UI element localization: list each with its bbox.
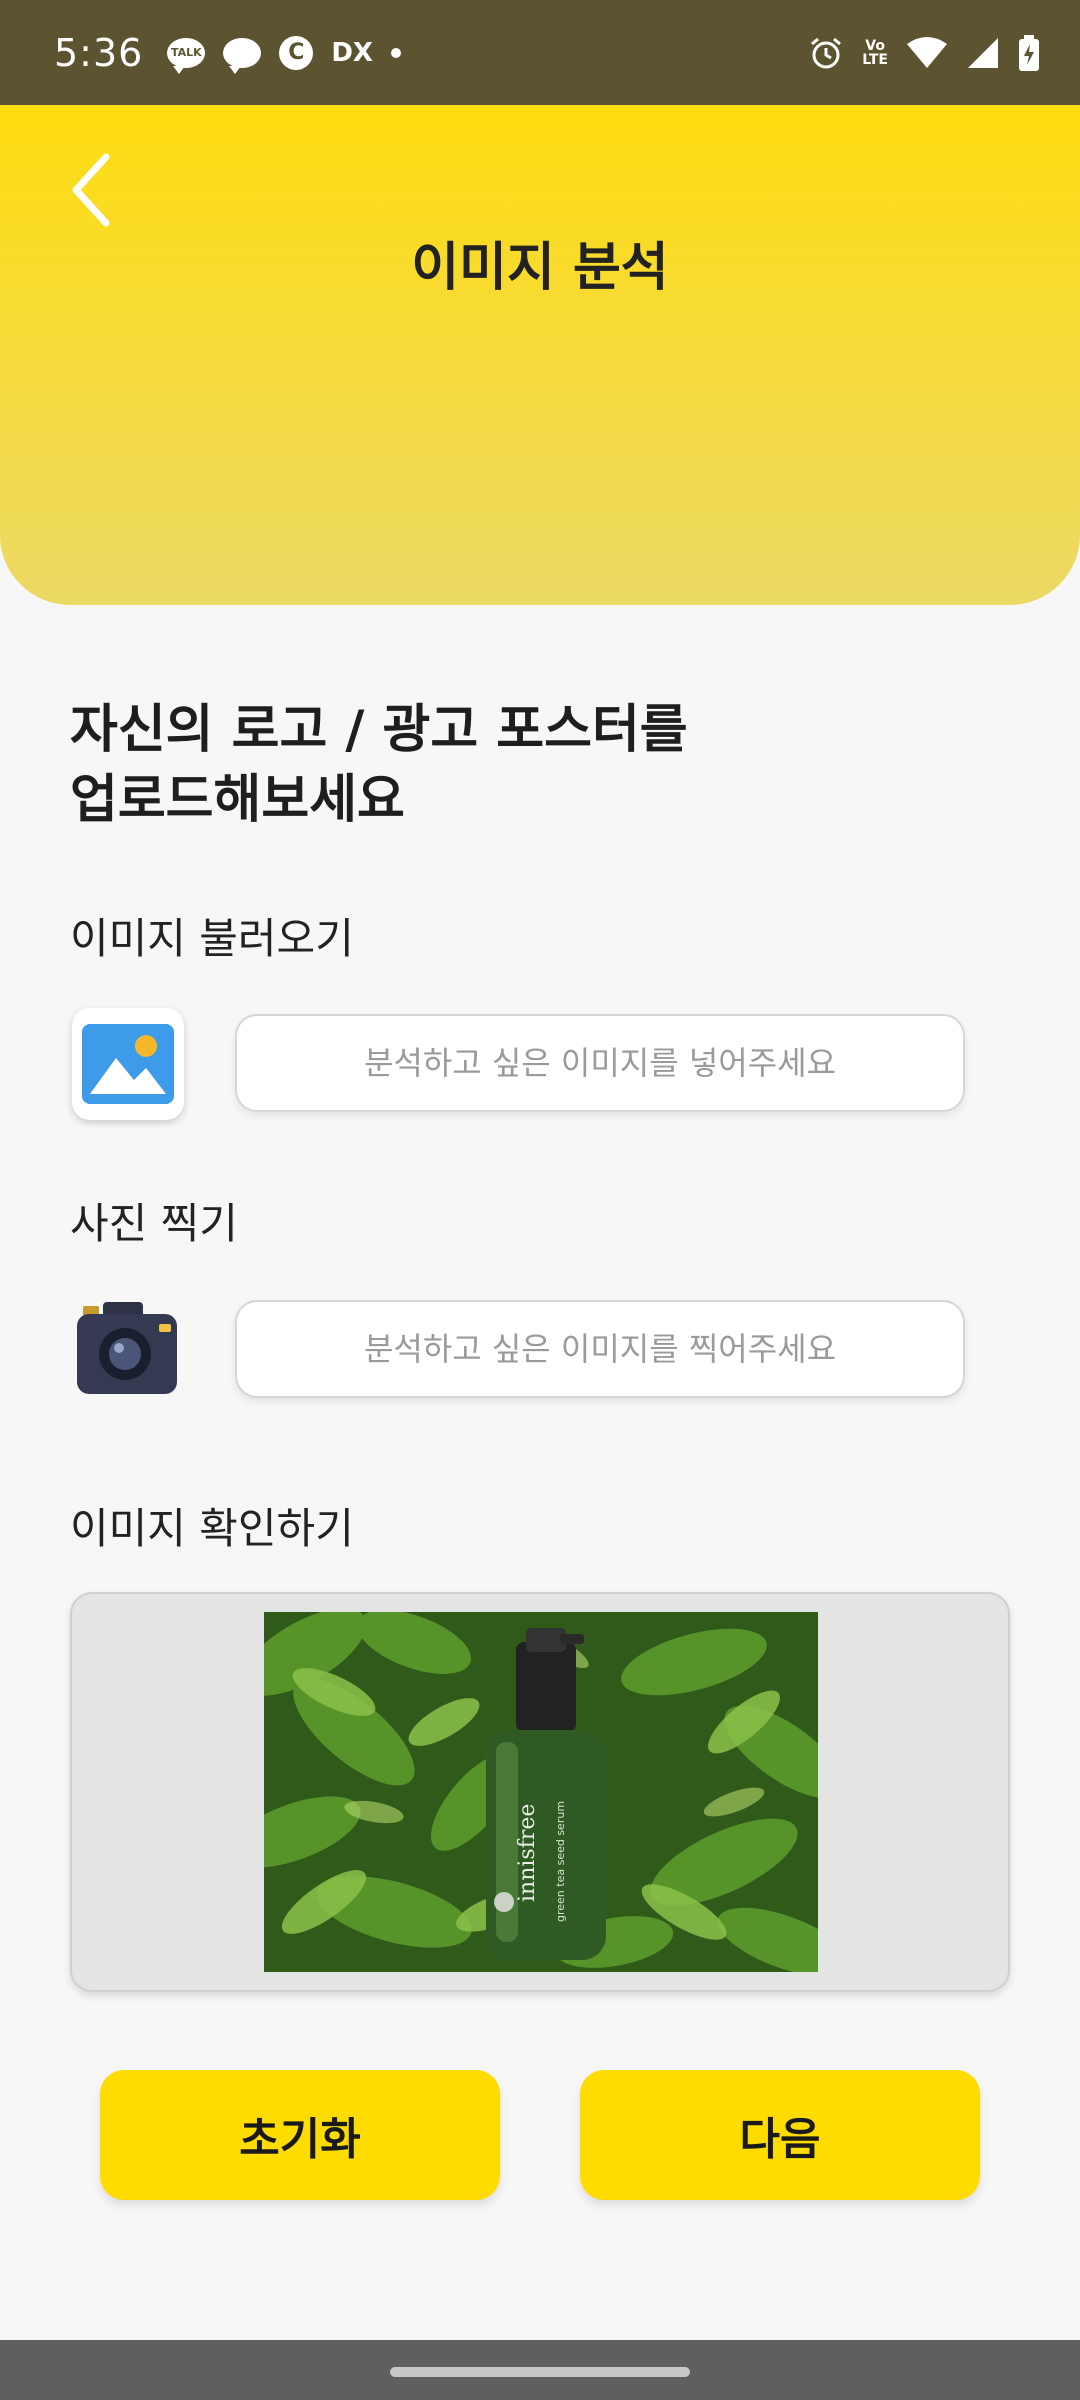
take-photo-field[interactable] xyxy=(235,1300,965,1398)
signal-icon xyxy=(966,36,1000,70)
volte-bottom: LTE xyxy=(862,51,888,68)
wifi-icon xyxy=(906,36,948,70)
back-button[interactable] xyxy=(50,145,130,235)
system-icons: Vo LTE xyxy=(808,34,1040,71)
load-image-field[interactable] xyxy=(235,1014,965,1112)
notification-icons: TALK C DX xyxy=(167,35,401,74)
home-gesture-handle[interactable] xyxy=(390,2367,690,2377)
upload-heading-line2: 업로드해보세요 xyxy=(70,770,405,830)
page-title: 이미지 분석 xyxy=(411,238,669,298)
gallery-icon xyxy=(82,1024,174,1104)
next-button[interactable]: 다음 xyxy=(580,2070,980,2200)
navigation-bar xyxy=(0,2340,1080,2400)
preview-label: 이미지 확인하기 xyxy=(70,1504,354,1553)
upload-heading: 자신의 로고 / 광고 포스터를 업로드해보세요 xyxy=(70,695,970,835)
c-app-icon: C xyxy=(279,35,314,70)
take-photo-label: 사진 찍기 xyxy=(70,1199,238,1248)
dx-icon: DX xyxy=(331,37,373,68)
reset-button[interactable]: 초기화 xyxy=(100,2070,500,2200)
status-bar: 5:36 TALK C DX Vo LTE xyxy=(0,0,1080,105)
message-icon xyxy=(223,37,262,74)
volte-icon: Vo LTE xyxy=(862,39,888,67)
kakaotalk-icon: TALK xyxy=(167,37,206,74)
preview-image: innisfree green tea seed serum xyxy=(264,1612,818,1972)
header-banner xyxy=(0,105,1080,605)
more-notifications-icon xyxy=(390,47,401,58)
gallery-button[interactable] xyxy=(72,1008,184,1120)
chevron-left-icon xyxy=(72,153,110,227)
battery-charging-icon xyxy=(1018,34,1040,71)
brand-text: innisfree xyxy=(515,1804,540,1902)
camera-button[interactable] xyxy=(72,1294,184,1406)
alarm-icon xyxy=(808,35,844,71)
upload-heading-line1: 자신의 로고 / 광고 포스터를 xyxy=(70,700,688,760)
camera-icon xyxy=(77,1302,177,1394)
image-preview-box: innisfree green tea seed serum xyxy=(70,1592,1010,1992)
product-text: green tea seed serum xyxy=(554,1801,567,1922)
load-image-label: 이미지 불러오기 xyxy=(70,914,354,963)
status-time: 5:36 xyxy=(54,30,144,75)
